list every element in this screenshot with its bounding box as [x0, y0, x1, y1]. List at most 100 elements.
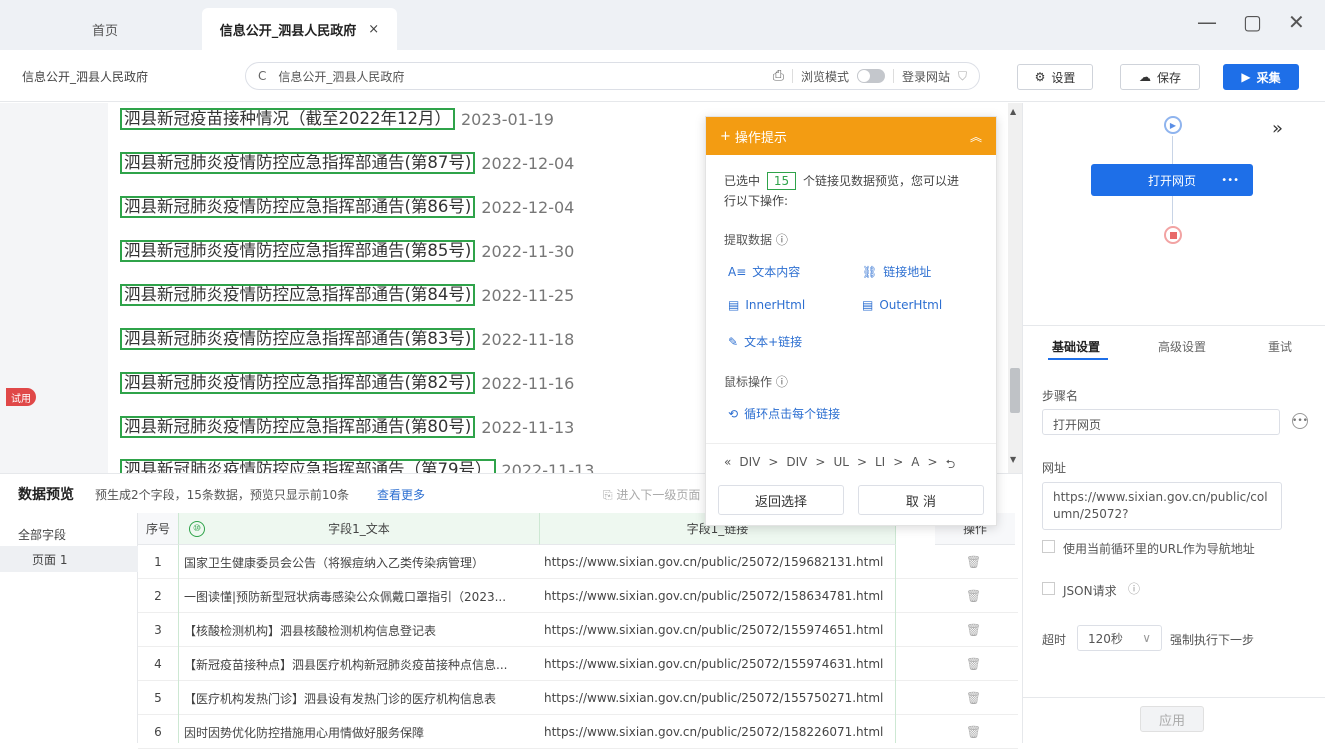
link-text[interactable]: 泗县新冠肺炎疫情防控应急指挥部通告(第87号): [120, 152, 476, 174]
timeout-select[interactable]: 120秒 ∨: [1077, 625, 1162, 651]
settings-button[interactable]: ⚙ 设置: [1017, 64, 1093, 90]
json-request-label: JSON请求: [1063, 584, 1117, 598]
delete-row-icon[interactable]: 🗑: [966, 579, 980, 613]
back-select-button[interactable]: 返回选择: [718, 485, 844, 515]
trial-badge: 试用: [6, 388, 36, 406]
link-item[interactable]: 泗县新冠肺炎疫情防控应急指挥部通告(第85号) 2022-11-30: [120, 240, 574, 262]
link-text[interactable]: 泗县新冠疫苗接种情况（截至2022年12月）: [120, 108, 455, 130]
browse-mode-toggle[interactable]: [856, 69, 885, 83]
path-tag[interactable]: A: [911, 455, 919, 476]
table-row[interactable]: 4 【新冠疫苗接种点】泗县医疗机构新冠肺炎疫苗接种点信息... https://ww…: [138, 647, 1018, 681]
link-text[interactable]: 泗县新冠肺炎疫情防控应急指挥部通告(第83号): [120, 328, 476, 350]
link-text[interactable]: 泗县新冠肺炎疫情防控应急指挥部通告(第82号): [120, 372, 476, 394]
table-row[interactable]: 2 一图读懂|预防新型冠状病毒感染公众佩戴口罩指引（2023... https://…: [138, 579, 1018, 613]
url-textarea[interactable]: https://www.sixian.gov.cn/public/column/…: [1042, 482, 1282, 530]
use-loop-url-checkbox[interactable]: [1042, 540, 1055, 553]
link-item[interactable]: 泗县新冠肺炎疫情防控应急指挥部通告(第83号) 2022-11-18: [120, 328, 574, 350]
flow-start-icon[interactable]: ▶: [1164, 116, 1182, 134]
delete-row-icon[interactable]: 🗑: [966, 715, 980, 749]
delete-row-icon[interactable]: 🗑: [966, 545, 980, 579]
row-text: 因时因势优化防控措施用心用情做好服务保障: [184, 725, 425, 740]
loop-click-button[interactable]: ⟲ 循环点击每个链接: [728, 405, 840, 422]
collapse-icon[interactable]: ︽: [970, 128, 982, 145]
flow-node-open-page[interactable]: 打开网页 •••: [1091, 164, 1253, 196]
link-date: 2022-11-18: [481, 329, 575, 349]
link-text[interactable]: 泗县新冠肺炎疫情防控应急指挥部通告(第84号): [120, 284, 476, 306]
link-date: 2022-12-04: [481, 197, 575, 217]
table-row[interactable]: 1 国家卫生健康委员会公告（将猴痘纳入乙类传染病管理） https://www.si…: [138, 545, 1018, 579]
path-back-icon[interactable]: «: [724, 455, 731, 476]
divider: [892, 69, 894, 83]
path-tag[interactable]: LI: [875, 455, 885, 476]
extract-text-button[interactable]: A≡ 文本内容: [728, 263, 800, 280]
login-site-button[interactable]: 登录网站: [902, 68, 950, 85]
cloud-upload-icon: ☁: [1138, 70, 1151, 84]
link-item[interactable]: 泗县新冠肺炎疫情防控应急指挥部通告(第87号) 2022-12-04: [120, 152, 574, 174]
view-more-link[interactable]: 查看更多: [377, 486, 425, 503]
page-settings-icon[interactable]: ⎙: [773, 68, 784, 84]
link-date: 2022-11-25: [481, 285, 575, 305]
tab-home[interactable]: 首页: [10, 8, 200, 50]
link-text[interactable]: 泗县新冠肺炎疫情防控应急指挥部通告(第80号): [120, 416, 476, 438]
cancel-button[interactable]: 取 消: [858, 485, 984, 515]
minimize-icon[interactable]: —: [1197, 10, 1217, 34]
extract-text-link-button[interactable]: ✎ 文本+链接: [728, 333, 802, 350]
json-request-checkbox[interactable]: [1042, 582, 1055, 595]
extract-link-label: 链接地址: [883, 265, 932, 279]
tab-active[interactable]: 信息公开_泗县人民政府 ×: [202, 8, 397, 50]
page-1-item[interactable]: 页面 1: [0, 546, 138, 572]
reload-icon[interactable]: C: [258, 69, 266, 83]
delete-row-icon[interactable]: 🗑: [966, 647, 980, 681]
html-icon: ▤: [728, 298, 740, 312]
tab-retry[interactable]: 重试: [1268, 338, 1292, 355]
close-window-icon[interactable]: ✕: [1288, 10, 1305, 34]
mouse-ops-heading: 鼠标操作 ⓘ: [724, 373, 788, 390]
row-index: 1: [154, 555, 162, 569]
row-index: 5: [154, 691, 162, 705]
link-item[interactable]: 泗县新冠疫苗接种情况（截至2022年12月） 2023-01-19: [120, 108, 554, 130]
row-text: 【医疗机构发热门诊】泗县设有发热门诊的医疗机构信息表: [184, 691, 497, 706]
all-fields-label[interactable]: 全部字段: [18, 526, 66, 543]
delete-row-icon[interactable]: 🗑: [966, 681, 980, 715]
extract-innerhtml-button[interactable]: ▤ InnerHtml: [728, 298, 805, 312]
link-item[interactable]: 泗县新冠肺炎疫情防控应急指挥部通告(第86号) 2022-12-04: [120, 196, 574, 218]
html-icon: ▤: [862, 298, 874, 312]
step-name-input[interactable]: 打开网页: [1042, 409, 1280, 435]
undo-icon[interactable]: ⮌: [946, 455, 956, 476]
col-text-header[interactable]: ⑩ 字段1_文本: [178, 513, 539, 545]
address-bar[interactable]: C 信息公开_泗县人民政府 ⎙ 浏览模式 登录网站 ⛉: [245, 62, 980, 90]
tab-basic-settings[interactable]: 基础设置: [1052, 338, 1100, 355]
more-options-icon[interactable]: •••: [1292, 413, 1308, 429]
maximize-icon[interactable]: ▢: [1243, 10, 1262, 34]
extract-outerhtml-button[interactable]: ▤ OuterHtml: [862, 298, 942, 312]
expand-panel-icon[interactable]: »: [1272, 118, 1283, 139]
node-more-icon[interactable]: •••: [1221, 175, 1239, 186]
link-item[interactable]: 泗县新冠肺炎疫情防控应急指挥部通告(第84号) 2022-11-25: [120, 284, 574, 306]
link-item[interactable]: 泗县新冠肺炎疫情防控应急指挥部通告(第80号) 2022-11-13: [120, 416, 574, 438]
link-text[interactable]: 泗县新冠肺炎疫情防控应急指挥部通告(第86号): [120, 196, 476, 218]
save-button[interactable]: ☁ 保存: [1120, 64, 1200, 90]
extract-link-button[interactable]: ⛓ 链接地址: [862, 263, 931, 280]
close-tab-icon[interactable]: ×: [368, 22, 379, 37]
link-text[interactable]: 泗县新冠肺炎疫情防控应急指挥部通告(第85号): [120, 240, 476, 262]
table-row[interactable]: 5 【医疗机构发热门诊】泗县设有发热门诊的医疗机构信息表 https://www.s…: [138, 681, 1018, 715]
next-level-page-button[interactable]: ⎘ 进入下一级页面: [603, 486, 700, 503]
link-item[interactable]: 泗县新冠肺炎疫情防控应急指挥部通告(第82号) 2022-11-16: [120, 372, 574, 394]
flow-node-label: 打开网页: [1147, 173, 1196, 188]
scrollbar-thumb[interactable]: [1010, 368, 1020, 413]
path-tag[interactable]: DIV: [739, 455, 760, 476]
path-tag[interactable]: DIV: [786, 455, 807, 476]
row-link: https://www.sixian.gov.cn/public/25072/1…: [544, 725, 884, 739]
flow-end-icon[interactable]: [1164, 226, 1182, 244]
play-icon: ▶: [1241, 70, 1251, 84]
help-icon[interactable]: ⓘ: [1128, 580, 1140, 597]
apply-button[interactable]: 应用: [1140, 706, 1204, 732]
page-scrollbar[interactable]: ▲ ▼: [1008, 103, 1022, 473]
browse-mode-label: 浏览模式: [800, 69, 849, 84]
table-row[interactable]: 6 因时因势优化防控措施用心用情做好服务保障 https://www.sixian.…: [138, 715, 1018, 749]
delete-row-icon[interactable]: 🗑: [966, 613, 980, 647]
tab-advanced-settings[interactable]: 高级设置: [1158, 338, 1206, 355]
collect-button[interactable]: ▶ 采集: [1223, 64, 1299, 90]
table-row[interactable]: 3 【核酸检测机构】泗县核酸检测机构信息登记表 https://www.sixian…: [138, 613, 1018, 647]
path-tag[interactable]: UL: [833, 455, 848, 476]
